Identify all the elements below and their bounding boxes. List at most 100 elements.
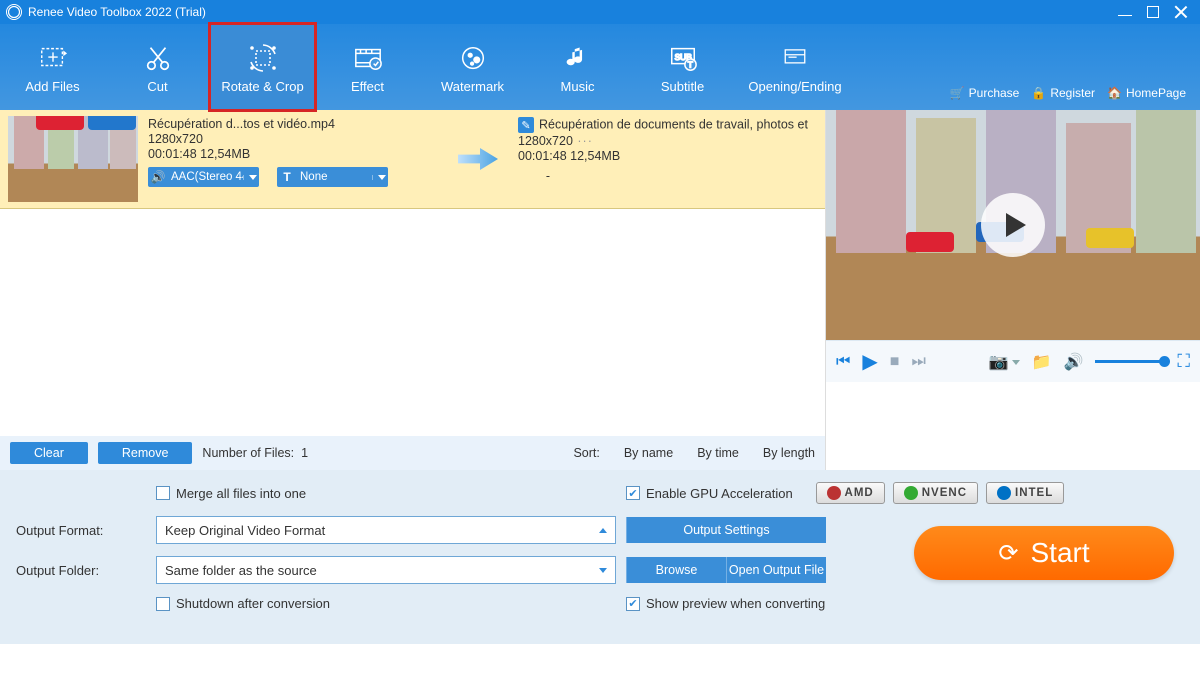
source-dimensions: 1280x720 — [148, 132, 438, 146]
output-format-label: Output Format: — [16, 523, 146, 538]
volume-slider[interactable] — [1095, 360, 1165, 363]
nvenc-badge: NVENC — [893, 482, 978, 504]
merge-label: Merge all files into one — [176, 486, 306, 501]
refresh-icon: ⟳ — [998, 539, 1018, 568]
toolbar-label: Opening/Ending — [748, 79, 841, 94]
toolbar-label: Cut — [147, 79, 167, 94]
merge-checkbox[interactable]: Merge all files into one — [156, 486, 616, 501]
audio-track-dropdown[interactable]: 🔊 AAC(Stereo 44 — [148, 167, 259, 187]
minimize-button[interactable] — [1118, 5, 1132, 19]
sort-by-length[interactable]: By length — [763, 446, 815, 460]
register-link[interactable]: 🔒 Register — [1031, 86, 1095, 100]
checkbox-icon: ✔ — [626, 486, 640, 500]
toolbar-label: Effect — [351, 79, 384, 94]
app-logo-icon — [6, 4, 22, 20]
show-preview-checkbox[interactable]: ✔ Show preview when converting — [626, 596, 1184, 611]
video-preview[interactable] — [826, 110, 1200, 340]
output-format-value: Keep Original Video Format — [165, 523, 325, 538]
purchase-link[interactable]: 🛒 Purchase — [950, 86, 1020, 100]
cut-icon — [143, 41, 173, 75]
toolbar-label: Subtitle — [661, 79, 704, 94]
file-list: Récupération d...tos et vidéo.mp4 1280x7… — [0, 110, 825, 436]
close-button[interactable] — [1174, 5, 1188, 19]
effect-button[interactable]: Effect — [315, 24, 420, 110]
output-panel: Merge all files into one ✔ Enable GPU Ac… — [0, 470, 1200, 644]
arrow-icon — [458, 148, 498, 170]
speaker-icon: 🔊 — [148, 170, 168, 184]
file-thumbnail — [8, 116, 138, 202]
file-count-label: Number of Files: 1 — [202, 446, 308, 460]
maximize-button[interactable] — [1146, 5, 1160, 19]
opening-ending-button[interactable]: Opening/Ending — [735, 24, 855, 110]
volume-button[interactable]: 🔊 — [1063, 352, 1083, 372]
watermark-button[interactable]: Watermark — [420, 24, 525, 110]
open-folder-button[interactable]: 📁 — [1032, 352, 1052, 372]
window-title: Renee Video Toolbox 2022 (Trial) — [28, 5, 206, 19]
sort-label: Sort: — [573, 446, 599, 460]
add-files-button[interactable]: Add Files — [0, 24, 105, 110]
rotate-crop-icon — [247, 41, 279, 75]
source-filename: Récupération d...tos et vidéo.mp4 — [148, 117, 438, 131]
subtitle-chip-label: None — [297, 171, 372, 183]
checkbox-icon: ✔ — [626, 597, 640, 611]
opening-ending-icon — [780, 41, 810, 75]
source-duration-size: 00:01:48 12,54MB — [148, 147, 438, 161]
next-button[interactable]: ⏭ — [911, 353, 925, 371]
fullscreen-button[interactable]: ⛶ — [1177, 351, 1190, 372]
rotate-crop-button[interactable]: Rotate & Crop — [210, 24, 315, 110]
watermark-icon — [458, 41, 488, 75]
add-files-icon — [36, 41, 70, 75]
subtitle-track-dropdown[interactable]: T None — [277, 167, 388, 187]
checkbox-icon — [156, 486, 170, 500]
checkbox-icon — [156, 597, 170, 611]
gpu-checkbox-row: ✔ Enable GPU Acceleration AMD NVENC INTE… — [626, 482, 1184, 504]
gpu-label: Enable GPU Acceleration — [646, 486, 793, 501]
amd-badge: AMD — [816, 482, 885, 504]
output-folder-dropdown[interactable]: Same folder as the source — [156, 556, 616, 584]
gpu-checkbox[interactable]: ✔ Enable GPU Acceleration — [626, 486, 793, 501]
open-output-button[interactable]: Open Output File — [726, 557, 826, 583]
snapshot-button[interactable]: 📷 — [989, 352, 1020, 372]
lock-icon: 🔒 — [1031, 86, 1046, 100]
clear-button[interactable]: Clear — [10, 442, 88, 464]
output-format-dropdown[interactable]: Keep Original Video Format — [156, 516, 616, 544]
sort-by-time[interactable]: By time — [697, 446, 739, 460]
sort-by-name[interactable]: By name — [624, 446, 673, 460]
register-label: Register — [1050, 86, 1095, 100]
shutdown-label: Shutdown after conversion — [176, 596, 330, 611]
output-folder-label: Output Folder: — [16, 563, 146, 578]
output-settings-button[interactable]: Output Settings — [626, 517, 826, 543]
destination-filename[interactable]: Récupération de documents de travail, ph… — [518, 117, 817, 133]
prev-button[interactable]: ⏮ — [836, 353, 850, 371]
shutdown-checkbox[interactable]: Shutdown after conversion — [156, 596, 616, 611]
homepage-link[interactable]: 🏠 HomePage — [1107, 86, 1186, 100]
intel-badge: INTEL — [986, 482, 1064, 504]
home-icon: 🏠 — [1107, 86, 1122, 100]
effect-icon — [353, 41, 383, 75]
music-button[interactable]: Music — [525, 24, 630, 110]
purchase-label: Purchase — [969, 86, 1020, 100]
destination-dimensions: 1280x720 — [518, 134, 817, 148]
start-button[interactable]: ⟳ Start — [914, 526, 1174, 580]
play-button[interactable]: ▶ — [862, 349, 877, 374]
chevron-down-icon — [372, 175, 388, 180]
music-icon — [565, 41, 591, 75]
list-controls-bar: Clear Remove Number of Files: 1 Sort: By… — [0, 436, 825, 470]
cart-icon: 🛒 — [950, 86, 965, 100]
stop-button[interactable]: ■ — [890, 353, 900, 371]
browse-button[interactable]: Browse — [626, 557, 726, 583]
file-item[interactable]: Récupération d...tos et vidéo.mp4 1280x7… — [0, 110, 825, 209]
remove-button[interactable]: Remove — [98, 442, 193, 464]
cut-button[interactable]: Cut — [105, 24, 210, 110]
subtitle-icon: SUB T — [668, 41, 698, 75]
toolbar-label: Rotate & Crop — [221, 79, 303, 94]
subtitle-button[interactable]: SUB T Subtitle — [630, 24, 735, 110]
main-toolbar: Add Files Cut Rotate & Crop — [0, 24, 1200, 110]
output-folder-value: Same folder as the source — [165, 563, 317, 578]
titlebar: Renee Video Toolbox 2022 (Trial) — [0, 0, 1200, 24]
show-preview-label: Show preview when converting — [646, 596, 825, 611]
homepage-label: HomePage — [1126, 86, 1186, 100]
play-overlay-button[interactable] — [981, 193, 1045, 257]
chevron-down-icon — [596, 564, 607, 576]
destination-duration-size: 00:01:48 12,54MB — [518, 149, 817, 163]
